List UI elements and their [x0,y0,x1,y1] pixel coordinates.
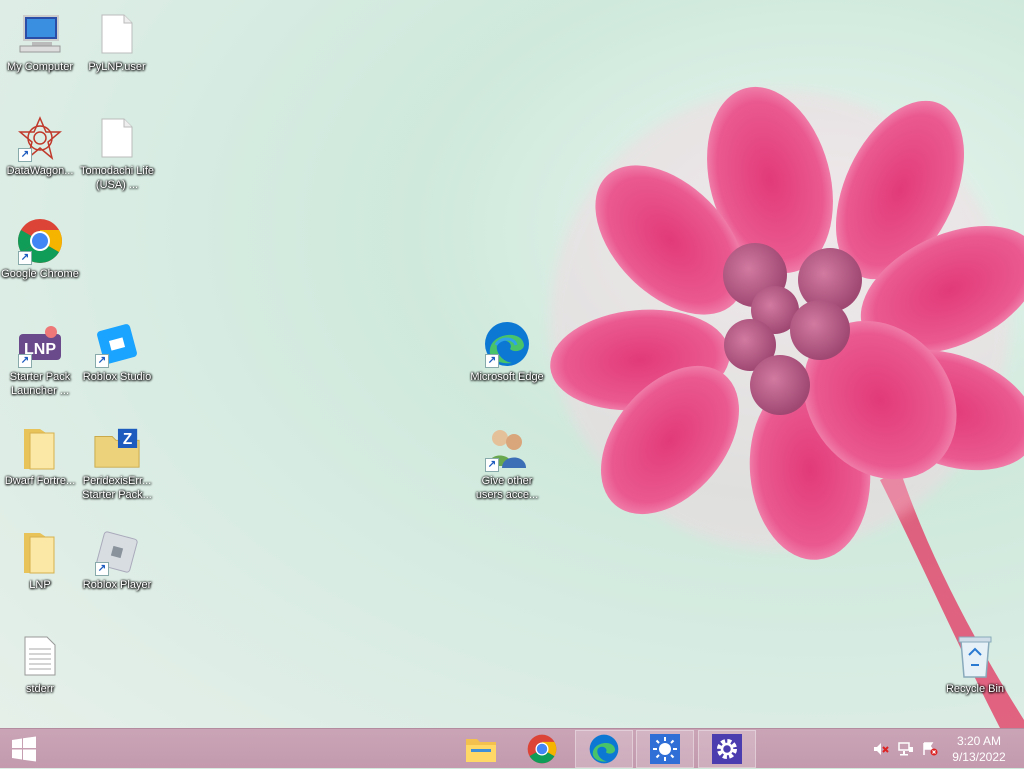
brightness-icon [650,734,680,764]
desktop-icon-datawagon[interactable]: ↗ DataWagon... [0,112,80,208]
desktop-icon-label: Give other users acce... [475,475,539,501]
roblox-studio-icon: ↗ [93,320,141,368]
edge-icon: ↗ [483,320,531,368]
users-icon: ↗ [483,424,531,472]
tray-action-center[interactable] [921,741,939,757]
desktop-icon-roblox-studio[interactable]: ↗ Roblox Studio [77,318,157,414]
desktop-icon-label: My Computer [6,61,74,73]
action-center-alert-icon [923,742,938,756]
desktop-icon-pylnp-user[interactable]: PyLNP.user [77,8,157,104]
tray-volume[interactable] [872,741,890,757]
desktop-icon-stderr[interactable]: stderr [0,630,80,726]
lnp-launcher-icon: LNP ↗ [16,320,64,368]
datawagon-icon: ↗ [16,114,64,162]
settings-gear-icon [712,734,742,764]
desktop-icon-my-computer[interactable]: My Computer [0,8,80,104]
clock-time: 3:20 AM [956,734,1002,748]
desktop-icon-lnp[interactable]: LNP [0,526,80,622]
chrome-icon: ↗ [16,217,64,265]
file-explorer-icon [466,739,496,762]
desktop-icon-label: Roblox Player [82,579,152,591]
recycle-bin-icon [951,632,999,680]
shortcut-arrow-icon: ↗ [95,562,109,576]
roblox-player-icon: ↗ [93,528,141,576]
clock-date: 9/13/2022 [952,750,1006,764]
desktop-icon-label: stderr [25,683,55,695]
desktop-icon-label: LNP [29,579,51,591]
zip-archive-icon: Z [93,424,141,472]
desktop-icon-label: Dwarf Fortre... [4,475,76,487]
desktop-icon-label: Google Chrome [1,268,79,280]
computer-icon [16,10,64,58]
speaker-muted-icon [874,743,889,755]
desktop-icon-roblox-player[interactable]: ↗ Roblox Player [77,526,157,622]
desktop-icon-microsoft-edge[interactable]: ↗ Microsoft Edge [467,318,547,414]
start-button[interactable] [0,729,48,769]
desktop-icon-label: PyLNP.user [88,61,146,73]
desktop-icon-label: Tomodachi Life (USA) ... [80,165,154,191]
folder-icon [16,424,64,472]
desktop-icon-label: PeridexisErr... Starter Pack... [82,475,152,501]
windows-logo-icon [12,736,36,762]
desktop-icon-recycle-bin[interactable]: Recycle Bin [935,630,1015,726]
desktop-icon-give-access[interactable]: ↗ Give other users acce... [467,422,547,518]
desktop-icon-label: Roblox Studio [82,371,152,383]
shortcut-arrow-icon: ↗ [95,354,109,368]
desktop-icon-label: Recycle Bin [945,683,1005,695]
shortcut-arrow-icon: ↗ [18,354,32,368]
desktop-icon-google-chrome[interactable]: ↗ Google Chrome [0,215,80,311]
desktop-icon-dwarf-fortress[interactable]: Dwarf Fortre... [0,422,80,518]
folder-icon [16,528,64,576]
svg-text:Z: Z [123,431,132,448]
taskbar-edge[interactable] [575,730,633,768]
taskbar-chrome[interactable] [513,730,571,768]
taskbar-clock[interactable]: 3:20 AM 9/13/2022 [944,733,1014,765]
text-file-icon [16,632,64,680]
shortcut-arrow-icon: ↗ [18,148,32,162]
chrome-icon [527,734,557,764]
blank-file-icon [93,10,141,58]
desktop-icon-starter-pack[interactable]: LNP ↗ Starter Pack Launcher ... [0,318,80,414]
desktop-icon-label: Microsoft Edge [470,371,544,383]
desktop-icon-tomodachi[interactable]: Tomodachi Life (USA) ... [77,112,157,208]
shortcut-arrow-icon: ↗ [485,354,499,368]
taskbar: 3:20 AM 9/13/2022 [0,728,1024,768]
tray-network[interactable] [897,741,915,757]
network-icon [898,742,913,756]
desktop-icon-label: Starter Pack Launcher ... [9,371,71,397]
desktop-icon-peridexis[interactable]: Z PeridexisErr... Starter Pack... [77,422,157,518]
taskbar-brightness-app[interactable] [636,730,694,768]
shortcut-arrow-icon: ↗ [18,251,32,265]
desktop-icon-label: DataWagon... [6,165,74,177]
blank-file-icon [93,114,141,162]
edge-icon [589,734,619,764]
shortcut-arrow-icon: ↗ [485,458,499,472]
taskbar-settings[interactable] [698,730,756,768]
taskbar-file-explorer[interactable] [452,730,510,768]
